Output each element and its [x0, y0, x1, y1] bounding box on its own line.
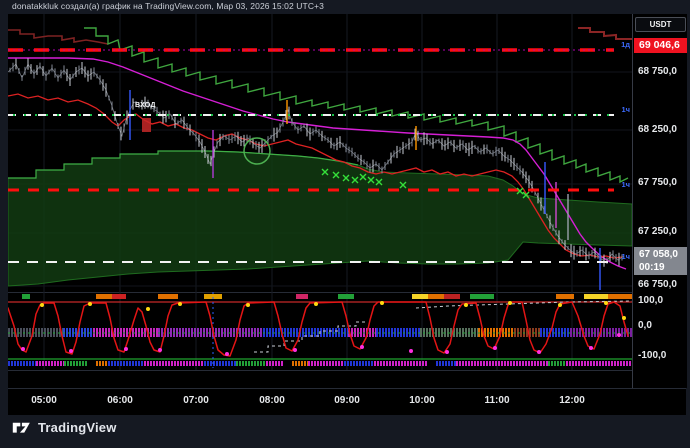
- osc-tick: 0,0: [633, 320, 687, 332]
- level-label-hourly-3: 1ч: [621, 252, 630, 261]
- pane-divider-2[interactable]: [8, 370, 686, 371]
- snapshot-attribution: donatakkluk создал(а) график на TradingV…: [12, 1, 324, 11]
- tradingview-logo-icon: [12, 420, 31, 435]
- price-tick: 67 750,0: [633, 177, 687, 189]
- osc-tick: -100,0: [633, 350, 687, 362]
- price-tick: 67 250,0: [633, 226, 687, 238]
- currency-unit-button[interactable]: USDT: [635, 17, 686, 32]
- time-tick: 10:00: [409, 395, 435, 406]
- osc-tick: 100,0: [633, 295, 687, 307]
- oscillator-pane[interactable]: [8, 292, 632, 370]
- level-label-hourly-2: 1ч: [621, 180, 630, 189]
- time-tick: 08:00: [259, 395, 285, 406]
- price-pane-canvas: 1д 1ч 1ч 1ч: [8, 14, 632, 292]
- entry-annotation-label: ВХОД: [135, 102, 156, 109]
- tradingview-brand-link[interactable]: TradingView: [12, 420, 117, 435]
- level-label-hourly-1: 1ч: [621, 105, 630, 114]
- level-label-daily: 1д: [621, 40, 630, 49]
- time-tick: 09:00: [334, 395, 360, 406]
- main-price-pane[interactable]: 1д 1ч 1ч 1ч ВХОД: [8, 14, 632, 292]
- countdown-price-badge: 67 058,0 00:19: [634, 247, 687, 275]
- ichimoku-cloud: [8, 151, 632, 286]
- time-tick: 05:00: [31, 395, 57, 406]
- countdown-price: 67 058,0: [639, 248, 687, 261]
- price-tick: 68 250,0: [633, 124, 687, 136]
- oscillator-canvas: [8, 292, 632, 370]
- time-tick: 11:00: [484, 395, 509, 406]
- time-tick: 06:00: [107, 395, 133, 406]
- price-tick: 68 750,0: [633, 66, 687, 78]
- oscillator-color-strips: [8, 294, 632, 366]
- time-scale[interactable]: 05:00 06:00 07:00 08:00 09:00 10:00 11:0…: [8, 388, 686, 415]
- time-tick: 07:00: [183, 395, 209, 406]
- last-price-badge: 69 046,6: [634, 38, 687, 53]
- countdown-timer: 00:19: [639, 261, 687, 274]
- tradingview-snapshot: donatakkluk создал(а) график на TradingV…: [0, 0, 690, 448]
- price-scale[interactable]: USDT 69 046,6 68 750,0 68 250,0 67 750,0…: [632, 14, 687, 388]
- price-tick: 66 750,0: [633, 279, 687, 291]
- time-tick: 12:00: [559, 395, 585, 406]
- brand-name: TradingView: [38, 420, 117, 435]
- chart-area[interactable]: 1д 1ч 1ч 1ч ВХОД USDT 69 046,6 68 750,0: [8, 14, 686, 414]
